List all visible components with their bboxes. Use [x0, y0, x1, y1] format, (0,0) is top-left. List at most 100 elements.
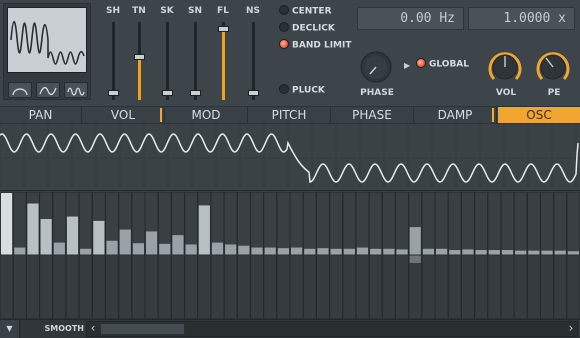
harmonic-bar — [528, 250, 540, 255]
harmonic-bar — [93, 220, 105, 255]
harmonic-bar — [53, 242, 65, 255]
fader-knob-fl[interactable] — [218, 25, 229, 32]
option-center[interactable]: CENTER — [279, 5, 332, 19]
fader-label-tn: TN — [132, 6, 146, 16]
harmonic-bar — [238, 245, 250, 255]
harmonic-bar — [515, 250, 527, 255]
harmonic-bar — [501, 250, 514, 255]
harmonic-bar — [119, 229, 131, 255]
harmonic-bar — [436, 248, 448, 255]
harmonic-bar — [488, 250, 500, 255]
tab-osc[interactable]: OSC — [498, 107, 580, 123]
harmonic-bar — [554, 250, 566, 255]
harmonic-bar — [14, 247, 26, 255]
band-limit-led — [279, 39, 289, 49]
fader-knob-sh[interactable] — [108, 90, 119, 97]
harmonic-bar — [449, 250, 461, 255]
declick-led — [279, 22, 289, 32]
vol-knob[interactable] — [486, 48, 524, 86]
harmonic-bar — [317, 248, 329, 255]
harmonic-bar — [370, 248, 382, 255]
harmonic-bar — [185, 244, 197, 255]
harmonic-bar — [383, 248, 395, 255]
fader-label-sk: SK — [160, 6, 174, 16]
declick-label: DECLICK — [292, 23, 335, 34]
fader-label-ns: NS — [245, 6, 260, 16]
harmonic-bar — [475, 250, 487, 255]
waveform-display[interactable] — [0, 125, 580, 191]
harmonic-bar — [541, 250, 553, 255]
harmonic-bar — [409, 227, 421, 255]
harmonic-bar — [106, 240, 118, 255]
option-pluck[interactable]: PLUCK — [279, 84, 325, 98]
shape-button-2[interactable] — [36, 82, 60, 98]
option-global[interactable]: GLOBAL — [416, 58, 470, 72]
pluck-label: PLUCK — [292, 85, 325, 96]
shape-button-3[interactable] — [64, 82, 88, 98]
tab-phase[interactable]: PHASE — [331, 107, 414, 123]
menu-dropdown-icon[interactable]: ▼ — [0, 320, 20, 338]
fader-track-sk[interactable] — [166, 22, 169, 100]
center-label: CENTER — [292, 6, 332, 17]
harmonic-bar — [172, 235, 184, 255]
harmonic-bar — [396, 249, 408, 255]
ratio-display[interactable]: 1.0000 x — [468, 7, 575, 30]
tab-vol[interactable]: VOL — [82, 107, 165, 123]
phase-knob[interactable] — [359, 50, 393, 84]
bottom-bar: ▼ SMOOTH ‹ › — [0, 319, 580, 338]
harmonic-bar — [343, 248, 355, 255]
tab-mod[interactable]: MOD — [165, 107, 248, 123]
harmonic-bar — [251, 247, 263, 255]
harmonic-bar — [146, 231, 158, 255]
tab-pitch[interactable]: PITCH — [248, 107, 331, 123]
harmonic-bar — [356, 247, 369, 255]
harmonics-editor[interactable] — [0, 191, 580, 320]
harmonic-bar — [198, 205, 210, 255]
harmonic-bar — [80, 248, 92, 255]
pe-label: PE — [547, 88, 561, 98]
harmonic-bar — [330, 248, 342, 255]
fader-knob-sk[interactable] — [162, 90, 173, 97]
harmonic-bar — [132, 243, 144, 255]
tab-damp[interactable]: DAMP — [414, 107, 497, 123]
harmonic-bar — [462, 249, 474, 255]
center-led — [279, 5, 289, 15]
pluck-led — [279, 84, 289, 94]
fader-track-sh[interactable] — [112, 22, 115, 100]
tab-pan[interactable]: PAN — [0, 107, 82, 123]
harmonic-bar — [1, 193, 13, 255]
oscillator-panel: CENTER DECLICK BAND LIMIT PLUCK 0.00 Hz … — [0, 0, 580, 106]
option-declick[interactable]: DECLICK — [279, 22, 335, 36]
harmonics-svg — [0, 191, 580, 320]
option-band-limit[interactable]: BAND LIMIT — [279, 39, 352, 53]
fader-track-ns[interactable] — [252, 22, 255, 100]
fader-label-sn: SN — [187, 6, 202, 16]
wave-shape-preview — [3, 3, 91, 100]
shape-button-1[interactable] — [8, 82, 32, 98]
band-limit-label: BAND LIMIT — [292, 40, 352, 51]
horizontal-scrollbar[interactable]: ‹ › — [86, 321, 578, 337]
harmonic-bar — [27, 203, 39, 255]
scrollbar-thumb[interactable] — [100, 323, 185, 335]
tab-damp-marker — [492, 108, 494, 122]
scroll-left-icon[interactable]: ‹ — [87, 322, 99, 336]
vol-label: VOL — [495, 88, 517, 98]
global-label: GLOBAL — [429, 59, 470, 70]
fader-knob-tn[interactable] — [134, 54, 145, 61]
harmonic-bar — [277, 248, 289, 255]
wave-shape-display — [7, 7, 87, 73]
scroll-right-icon[interactable]: › — [565, 322, 577, 336]
harmonic-bar — [264, 247, 276, 255]
pe-knob[interactable] — [534, 48, 572, 86]
tab-vol-marker — [160, 108, 162, 122]
fader-track-sn[interactable] — [194, 22, 197, 100]
harmonic-bar — [567, 251, 579, 255]
play-arrow-icon: ▶ — [404, 61, 411, 70]
fader-knob-ns[interactable] — [248, 90, 259, 97]
smooth-label: SMOOTH — [44, 324, 84, 333]
phase-label: PHASE — [360, 88, 394, 98]
harmonic-bar — [304, 248, 316, 255]
frequency-display[interactable]: 0.00 Hz — [357, 7, 464, 30]
fader-knob-sn[interactable] — [190, 90, 201, 97]
fader-label-fl: FL — [217, 6, 229, 16]
